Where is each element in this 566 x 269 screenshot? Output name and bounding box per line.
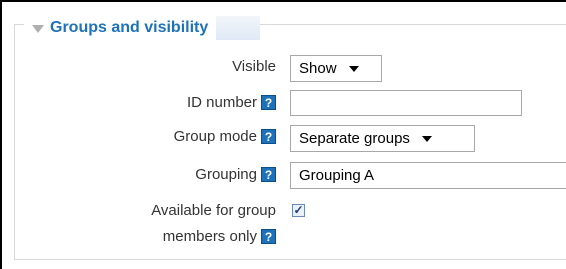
grouping-select[interactable]: Grouping A bbox=[290, 162, 566, 189]
available-label-text-line1: Available for group bbox=[151, 201, 276, 219]
grouping-select-value: Grouping A bbox=[299, 167, 375, 184]
section-header[interactable]: Groups and visibility bbox=[24, 16, 217, 40]
available-label-text-line2: members only bbox=[162, 227, 257, 245]
visible-label: Visible bbox=[150, 54, 276, 78]
visible-select-value: Show bbox=[299, 60, 337, 77]
group-mode-select-value: Separate groups bbox=[299, 130, 410, 147]
id-number-input[interactable] bbox=[290, 90, 522, 116]
grouping-label-text: Grouping bbox=[195, 165, 257, 183]
help-icon[interactable]: ? bbox=[261, 228, 276, 244]
collapse-triangle-icon[interactable] bbox=[32, 25, 44, 33]
grouping-label: Grouping ? bbox=[100, 162, 276, 186]
visible-select[interactable]: Show bbox=[290, 55, 382, 82]
help-icon[interactable]: ? bbox=[261, 128, 276, 144]
group-mode-label-text: Group mode bbox=[173, 127, 257, 145]
group-mode-select[interactable]: Separate groups bbox=[290, 125, 475, 152]
help-icon[interactable]: ? bbox=[261, 166, 276, 182]
id-number-label-text: ID number bbox=[186, 93, 257, 111]
section-title: Groups and visibility bbox=[50, 19, 209, 36]
dropdown-arrow-icon[interactable] bbox=[421, 135, 432, 142]
help-icon[interactable]: ? bbox=[261, 94, 276, 110]
available-label-line1: Available for group bbox=[80, 200, 276, 220]
group-mode-label: Group mode ? bbox=[100, 124, 276, 148]
visible-label-text: Visible bbox=[232, 57, 276, 75]
dropdown-arrow-icon[interactable] bbox=[348, 65, 359, 72]
id-number-label: ID number ? bbox=[100, 90, 276, 114]
available-label-line2: members only ? bbox=[80, 226, 276, 246]
available-checkbox[interactable]: ✓ bbox=[292, 204, 305, 217]
